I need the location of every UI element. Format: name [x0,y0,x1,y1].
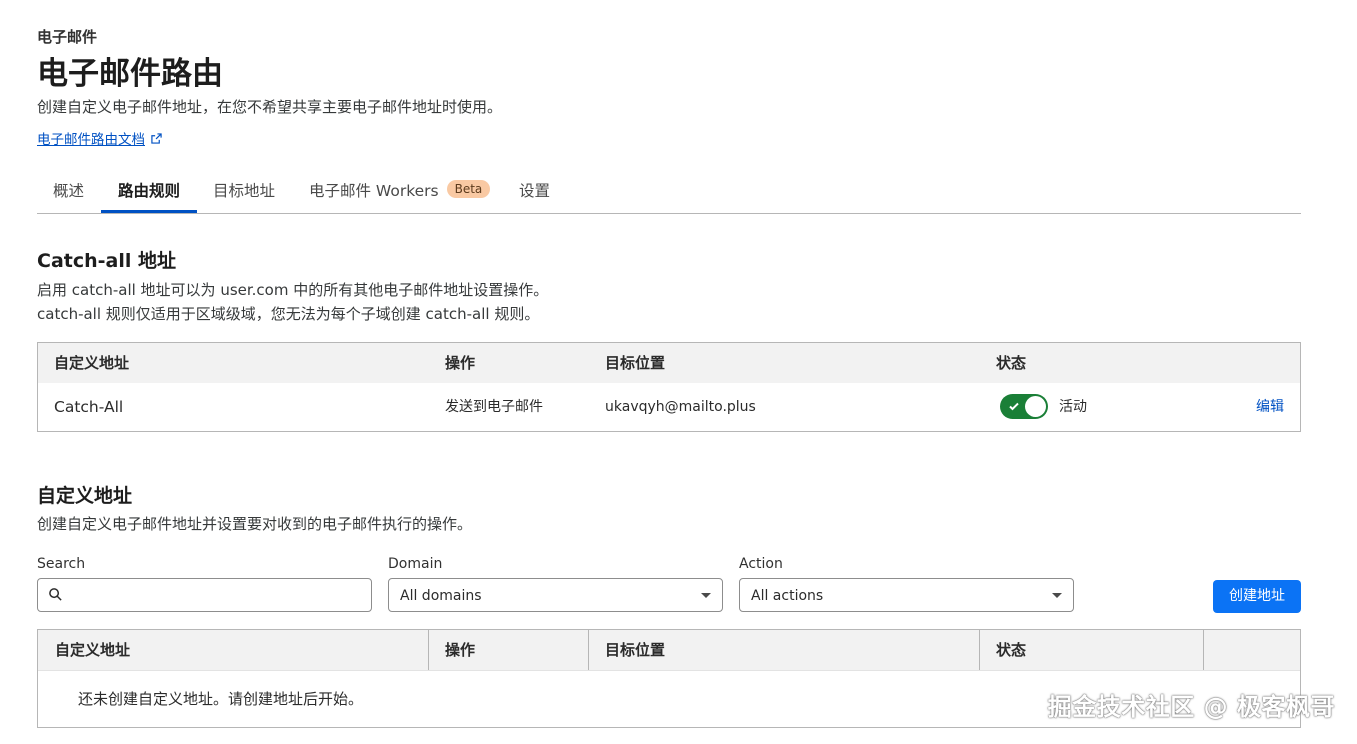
column-divider [428,630,429,670]
chevron-down-icon [701,593,711,598]
column-divider [1203,630,1204,670]
beta-badge: Beta [446,180,491,198]
page-subtitle: 创建自定义电子邮件地址，在您不希望共享主要电子邮件地址时使用。 [37,98,503,116]
tab-bar: 概述 路由规则 目标地址 电子邮件 Workers Beta 设置 [37,172,1301,214]
custom-address-description: 创建自定义电子邮件地址并设置要对收到的电子邮件执行的操作。 [37,515,473,533]
check-icon [1009,402,1019,411]
column-header-destination: 目标位置 [605,641,666,659]
catch-all-status-label: 活动 [1059,399,1087,415]
create-address-button[interactable]: 创建地址 [1213,580,1301,613]
search-input[interactable] [68,583,362,609]
column-header-address: 自定义地址 [55,641,131,659]
chevron-down-icon [1052,593,1062,598]
tab-destination-addresses[interactable]: 目标地址 [213,172,275,212]
search-label: Search [37,556,86,572]
catch-all-description-line2: catch-all 规则仅适用于区域级域，您无法为每个子域创建 catch-al… [37,305,540,323]
external-link-icon [151,132,162,144]
tab-email-workers[interactable]: 电子邮件 Workers Beta [309,172,491,212]
tab-label: 设置 [519,182,551,200]
table-header: 自定义地址 操作 目标位置 状态 [38,630,1300,670]
tab-label: 概述 [53,182,85,200]
catch-all-title: Catch-all 地址 [37,250,176,272]
table-row: Catch-All 发送到电子邮件 ukavqyh@mailto.plus 活动… [38,383,1300,431]
column-header-action: 操作 [445,641,476,659]
catch-all-table: 自定义地址 操作 目标位置 状态 Catch-All 发送到电子邮件 ukavq… [37,342,1301,432]
column-divider [979,630,980,670]
catch-all-address: Catch-All [54,398,124,416]
tab-label: 电子邮件 Workers [309,182,439,200]
table-header: 自定义地址 操作 目标位置 状态 [38,343,1300,383]
column-header-status: 状态 [996,354,1027,372]
custom-address-title: 自定义地址 [37,485,133,507]
tab-overview[interactable]: 概述 [53,172,84,212]
domain-select[interactable]: All domains [388,578,723,612]
column-header-destination: 目标位置 [605,354,666,372]
action-select-value: All actions [751,588,824,604]
docs-link-label: 电子邮件路由文档 [37,132,145,148]
breadcrumb: 电子邮件 [37,28,98,46]
catch-all-action: 发送到电子邮件 [445,399,543,415]
docs-link[interactable]: 电子邮件路由文档 [37,128,162,148]
catch-all-status-toggle[interactable] [1000,394,1048,419]
domain-select-value: All domains [400,588,482,604]
column-divider [588,630,589,670]
column-header-address: 自定义地址 [54,354,130,372]
tab-settings[interactable]: 设置 [519,172,550,212]
search-field[interactable] [37,578,372,612]
page-title: 电子邮件路由 [37,56,223,92]
empty-state-text: 还未创建自定义地址。请创建地址后开始。 [78,690,364,708]
column-header-action: 操作 [445,354,476,372]
domain-label: Domain [388,556,443,572]
edit-link[interactable]: 编辑 [1256,383,1284,431]
tab-routing-rules[interactable]: 路由规则 [101,172,197,213]
search-icon [48,587,63,606]
watermark: 掘金技术社区 @ 极客枫哥 [1047,693,1335,721]
tab-label: 路由规则 [117,182,180,200]
catch-all-description-line1: 启用 catch-all 地址可以为 user.com 中的所有其他电子邮件地址… [37,281,549,299]
action-label: Action [739,556,783,572]
toggle-knob [1025,396,1046,417]
action-select[interactable]: All actions [739,578,1074,612]
catch-all-destination: ukavqyh@mailto.plus [605,399,756,415]
column-header-status: 状态 [996,641,1027,659]
tab-label: 目标地址 [213,182,276,200]
